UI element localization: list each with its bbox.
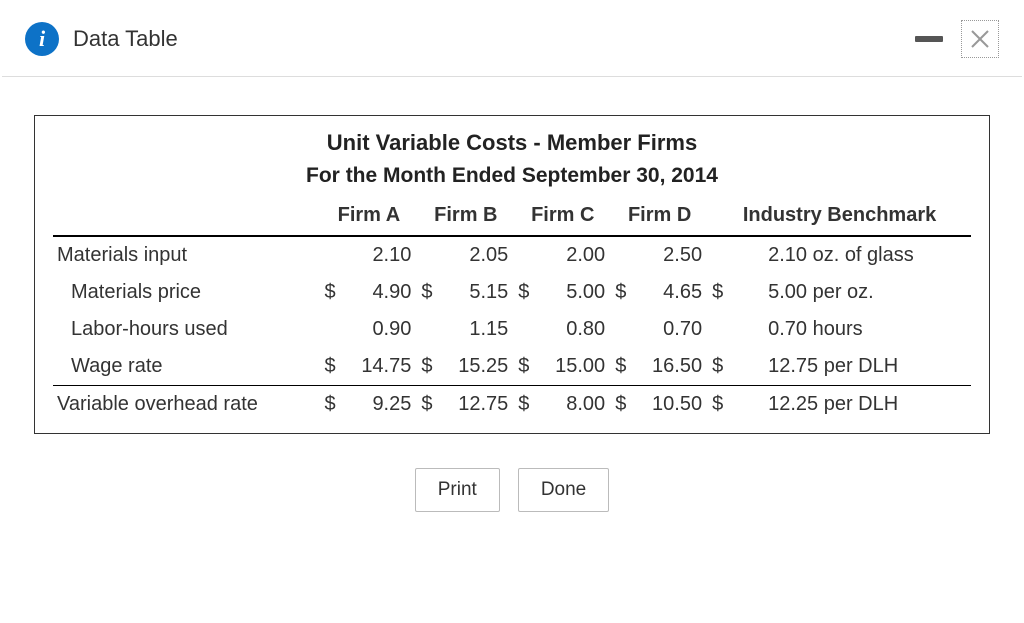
currency-symbol: $ [320, 348, 340, 386]
table-frame: Unit Variable Costs - Member Firms For t… [34, 115, 990, 434]
cell-value: 2.10 [340, 236, 417, 274]
col-blank [53, 198, 320, 236]
cell-value: 2.50 [631, 236, 708, 274]
cell-value: 2.00 [534, 236, 611, 274]
print-button[interactable]: Print [415, 468, 500, 512]
currency-symbol [320, 236, 340, 274]
header-right [915, 20, 999, 58]
currency-symbol: $ [320, 274, 340, 311]
col-firm-d: Firm D [611, 198, 708, 236]
cell-value: 15.25 [437, 348, 514, 386]
currency-symbol [514, 236, 534, 274]
currency-symbol: $ [611, 386, 631, 424]
table-row: Materials input 2.10 2.05 2.00 2.50 2.10 oz. … [53, 236, 971, 274]
currency-symbol: $ [611, 348, 631, 386]
col-firm-b: Firm B [417, 198, 514, 236]
close-icon [968, 27, 992, 51]
close-button[interactable] [961, 20, 999, 58]
cell-value: 12.75 [437, 386, 514, 424]
benchmark-value: 12.25 per DLH [728, 386, 971, 424]
currency-symbol: $ [417, 274, 437, 311]
cell-value: 16.50 [631, 348, 708, 386]
header-left: i Data Table [25, 22, 178, 56]
minimize-icon[interactable] [915, 36, 943, 42]
data-table: Firm A Firm B Firm C Firm D Industry Ben… [53, 198, 971, 423]
button-row: Print Done [34, 468, 990, 512]
currency-symbol: $ [708, 348, 728, 386]
table-row: Materials price$4.90$5.15$5.00$4.65$5.00… [53, 274, 971, 311]
content-area: Unit Variable Costs - Member Firms For t… [0, 77, 1024, 532]
table-title: Unit Variable Costs - Member Firms [53, 130, 971, 156]
cell-value: 10.50 [631, 386, 708, 424]
dialog-title: Data Table [73, 26, 178, 52]
info-icon: i [25, 22, 59, 56]
currency-symbol [708, 236, 728, 274]
benchmark-value: 0.70 hours [728, 311, 971, 348]
currency-symbol [417, 311, 437, 348]
row-label: Materials price [53, 274, 320, 311]
benchmark-value: 12.75 per DLH [728, 348, 971, 386]
currency-symbol: $ [708, 274, 728, 311]
cell-value: 4.90 [340, 274, 417, 311]
col-benchmark: Industry Benchmark [708, 198, 971, 236]
cell-value: 0.90 [340, 311, 417, 348]
cell-value: 5.00 [534, 274, 611, 311]
currency-symbol: $ [320, 386, 340, 424]
row-label: Materials input [53, 236, 320, 274]
table-body: Materials input 2.10 2.05 2.00 2.50 2.10 oz. … [53, 236, 971, 423]
currency-symbol [320, 311, 340, 348]
currency-symbol: $ [514, 386, 534, 424]
currency-symbol: $ [611, 274, 631, 311]
row-label: Labor-hours used [53, 311, 320, 348]
cell-value: 0.80 [534, 311, 611, 348]
table-row: Wage rate$14.75$15.25$15.00$16.50$12.75 … [53, 348, 971, 386]
dialog-header: i Data Table [0, 0, 1024, 76]
currency-symbol [611, 236, 631, 274]
cell-value: 9.25 [340, 386, 417, 424]
currency-symbol: $ [417, 348, 437, 386]
currency-symbol [514, 311, 534, 348]
currency-symbol: $ [708, 386, 728, 424]
benchmark-value: 2.10 oz. of glass [728, 236, 971, 274]
col-firm-c: Firm C [514, 198, 611, 236]
row-label: Wage rate [53, 348, 320, 386]
table-subtitle: For the Month Ended September 30, 2014 [53, 164, 971, 188]
currency-symbol: $ [417, 386, 437, 424]
cell-value: 0.70 [631, 311, 708, 348]
done-button[interactable]: Done [518, 468, 609, 512]
table-header-row: Firm A Firm B Firm C Firm D Industry Ben… [53, 198, 971, 236]
benchmark-value: 5.00 per oz. [728, 274, 971, 311]
currency-symbol [417, 236, 437, 274]
cell-value: 1.15 [437, 311, 514, 348]
currency-symbol: $ [514, 348, 534, 386]
col-firm-a: Firm A [320, 198, 417, 236]
currency-symbol: $ [514, 274, 534, 311]
currency-symbol [611, 311, 631, 348]
currency-symbol [708, 311, 728, 348]
cell-value: 4.65 [631, 274, 708, 311]
cell-value: 14.75 [340, 348, 417, 386]
table-row: Labor-hours used 0.90 1.15 0.80 0.70 0.70 hou… [53, 311, 971, 348]
row-label: Variable overhead rate [53, 386, 320, 424]
table-row: Variable overhead rate$9.25$12.75$8.00$1… [53, 386, 971, 424]
cell-value: 15.00 [534, 348, 611, 386]
cell-value: 2.05 [437, 236, 514, 274]
cell-value: 5.15 [437, 274, 514, 311]
cell-value: 8.00 [534, 386, 611, 424]
